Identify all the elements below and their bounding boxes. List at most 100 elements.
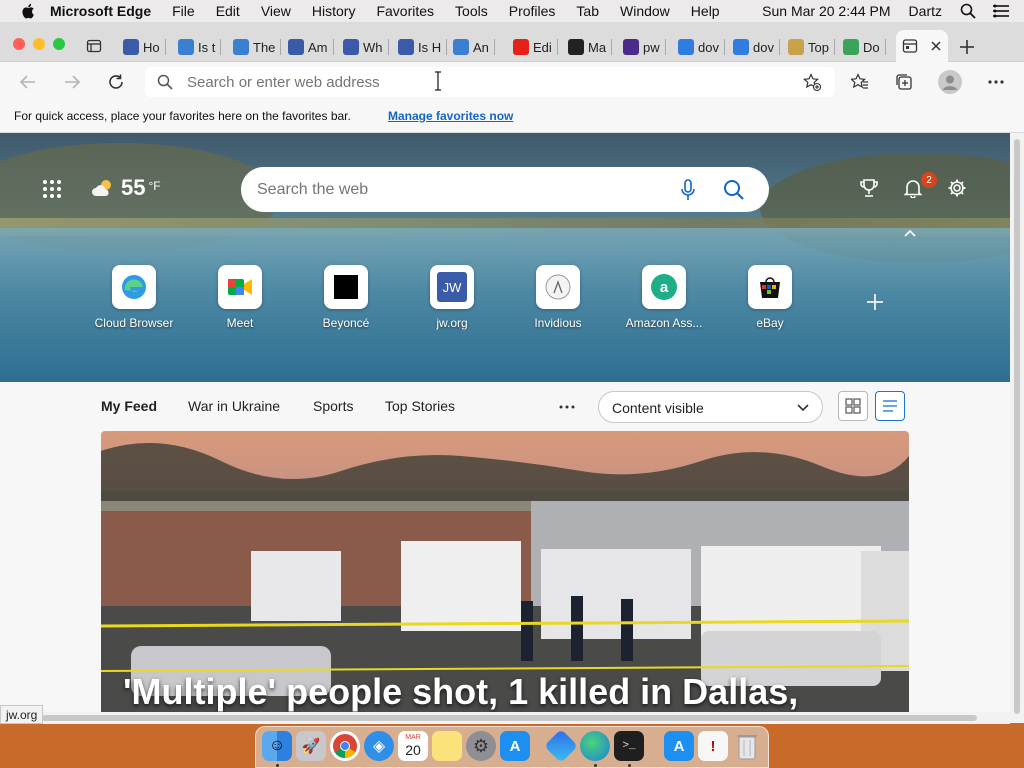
launchpad-icon[interactable]: 🚀	[296, 731, 326, 761]
menu-tools[interactable]: Tools	[455, 3, 488, 19]
add-favorite-icon[interactable]	[803, 73, 821, 91]
page-settings-button[interactable]	[946, 177, 968, 199]
search-submit-icon[interactable]	[723, 179, 745, 201]
forward-button[interactable]	[62, 72, 82, 92]
feed-tab-my-feed[interactable]: My Feed	[101, 398, 157, 414]
tab-1[interactable]: Is t	[178, 36, 222, 58]
tab-0[interactable]: Ho	[123, 36, 166, 58]
quick-link-tile[interactable]: a Amazon Ass...	[611, 265, 717, 330]
edge-icon[interactable]	[580, 731, 610, 761]
tab-active-new-tab[interactable]	[896, 30, 948, 62]
app-store-icon[interactable]: A	[500, 731, 530, 761]
add-quick-link-icon[interactable]	[866, 293, 884, 311]
tab-5[interactable]: Is H	[398, 36, 448, 58]
scrollbar-thumb[interactable]	[42, 715, 977, 721]
menu-view[interactable]: View	[261, 3, 291, 19]
menu-favorites[interactable]: Favorites	[376, 3, 434, 19]
tab-separator	[884, 39, 886, 55]
tab-11[interactable]: dov	[733, 36, 780, 58]
feed-tab-sports[interactable]: Sports	[313, 398, 353, 414]
collapse-chevron-icon[interactable]	[903, 228, 917, 238]
menu-file[interactable]: File	[172, 3, 195, 19]
rewards-button[interactable]	[858, 177, 880, 199]
favorites-button[interactable]	[850, 72, 870, 92]
feed-tab-war-in-ukraine[interactable]: War in Ukraine	[188, 398, 280, 414]
feed-tab-top-stories[interactable]: Top Stories	[385, 398, 455, 414]
profile-button[interactable]	[938, 70, 962, 94]
app-store-downloads-icon[interactable]: A	[664, 731, 694, 761]
content-visibility-select[interactable]: Content visible	[598, 391, 823, 423]
menu-window[interactable]: Window	[620, 3, 670, 19]
tab-10[interactable]: dov	[678, 36, 725, 58]
menu-edit[interactable]: Edit	[216, 3, 240, 19]
text-cursor-icon	[435, 71, 441, 91]
notes-icon[interactable]	[432, 731, 462, 761]
chrome-icon[interactable]	[330, 731, 360, 761]
horizontal-scrollbar[interactable]	[0, 712, 1010, 724]
trash-icon[interactable]	[732, 731, 762, 761]
quick-link-tile[interactable]: Beyoncé	[293, 265, 399, 330]
weather-widget[interactable]: 55 °F	[91, 175, 161, 201]
quick-link-tile[interactable]: JW jw.org	[399, 265, 505, 330]
window-zoom-button[interactable]	[53, 38, 65, 50]
system-preferences-icon[interactable]: ⚙	[466, 731, 496, 761]
close-tab-icon[interactable]	[930, 40, 942, 52]
list-view-button[interactable]	[875, 391, 905, 421]
jw-icon	[123, 39, 139, 55]
status-bar-url: jw.org	[0, 705, 44, 724]
web-search-box[interactable]	[241, 167, 769, 212]
vertical-scrollbar[interactable]	[1010, 133, 1024, 723]
menubar-user[interactable]: Dartz	[909, 3, 942, 19]
news-card[interactable]: 'Multiple' people shot, 1 killed in Dall…	[101, 431, 909, 712]
menubar-clock[interactable]: Sun Mar 20 2:44 PM	[762, 3, 890, 19]
menu-tab[interactable]: Tab	[576, 3, 599, 19]
window-minimize-button[interactable]	[33, 38, 45, 50]
tab-2[interactable]: The	[233, 36, 282, 58]
news-headline[interactable]: 'Multiple' people shot, 1 killed in Dall…	[123, 671, 798, 712]
manage-favorites-link[interactable]: Manage favorites now	[388, 109, 513, 123]
tab-3[interactable]: Am	[288, 36, 334, 58]
quick-link-tile[interactable]: Meet	[187, 265, 293, 330]
menu-history[interactable]: History	[312, 3, 356, 19]
spotlight-search-icon[interactable]	[960, 3, 976, 19]
back-button[interactable]	[18, 72, 38, 92]
web-search-input[interactable]	[257, 179, 657, 201]
document-icon[interactable]: !	[698, 731, 728, 761]
collections-button[interactable]	[894, 72, 914, 92]
quick-link-tile[interactable]: Invidious	[505, 265, 611, 330]
pixelmator-icon[interactable]	[544, 729, 578, 763]
quick-link-tile[interactable]: Cloud Browser	[81, 265, 187, 330]
scrollbar-thumb[interactable]	[1014, 139, 1020, 714]
menubar-app-name[interactable]: Microsoft Edge	[50, 3, 151, 19]
grid-view-button[interactable]	[838, 391, 868, 421]
address-input[interactable]	[187, 72, 747, 92]
tab-7[interactable]: Edi	[513, 36, 558, 58]
tab-6[interactable]: An	[453, 36, 495, 58]
youtube-icon	[513, 39, 529, 55]
control-center-icon[interactable]	[992, 4, 1010, 18]
more-topics-icon[interactable]	[558, 404, 576, 410]
calendar-icon[interactable]: MAR 20	[398, 731, 428, 761]
tab-actions-icon[interactable]	[86, 38, 102, 54]
address-bar[interactable]	[145, 67, 835, 97]
tab-8[interactable]: Ma	[568, 36, 613, 58]
window-close-button[interactable]	[13, 38, 25, 50]
menu-help[interactable]: Help	[691, 3, 720, 19]
refresh-button[interactable]	[106, 72, 126, 92]
quick-link-tile[interactable]: eBay	[717, 265, 823, 330]
finder-icon[interactable]: ☺	[262, 731, 292, 761]
tab-9[interactable]: pw	[623, 36, 666, 58]
tab-13[interactable]: Do	[843, 36, 886, 58]
quick-link-label: jw.org	[436, 316, 468, 330]
app-launcher-icon[interactable]	[43, 180, 61, 198]
terminal-icon[interactable]: >_	[614, 731, 644, 761]
apple-icon[interactable]	[20, 3, 38, 19]
list-view-icon	[883, 400, 897, 412]
settings-and-more-button[interactable]	[986, 72, 1006, 92]
microphone-icon[interactable]	[681, 179, 695, 201]
menu-profiles[interactable]: Profiles	[509, 3, 556, 19]
safari-icon[interactable]: ◈	[364, 731, 394, 761]
new-tab-button[interactable]	[958, 38, 976, 56]
tab-12[interactable]: Top	[788, 36, 835, 58]
tab-4[interactable]: Wh	[343, 36, 389, 58]
